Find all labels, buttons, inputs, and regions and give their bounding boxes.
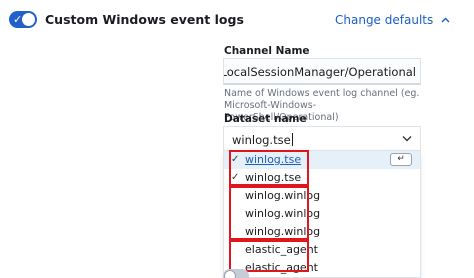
dataset-name-combobox[interactable]: winlog.tse (223, 126, 421, 152)
dataset-value-text: winlog.tse (232, 133, 291, 147)
change-defaults-button[interactable]: Change defaults (335, 12, 450, 28)
next-section-toggle[interactable] (223, 269, 249, 278)
dataset-name-label: Dataset name (224, 113, 307, 125)
check-icon: ✓ (13, 13, 23, 26)
custom-logs-toggle[interactable]: ✓ (9, 11, 37, 28)
text-cursor (291, 133, 293, 146)
highlight-box-elastic-agent (229, 240, 309, 272)
dataset-name-value: winlog.tse (232, 132, 293, 148)
chevron-up-icon (441, 17, 450, 23)
section-title: Custom Windows event logs (45, 12, 244, 27)
chevron-down-icon[interactable] (402, 135, 412, 142)
channel-name-value: nalServices-LocalSessionManager/Operatio… (224, 65, 416, 79)
channel-name-input[interactable]: nalServices-LocalSessionManager/Operatio… (223, 58, 421, 85)
channel-name-label: Channel Name (224, 45, 310, 57)
change-defaults-label: Change defaults (335, 13, 434, 27)
enter-key-icon: ↵ (390, 153, 412, 166)
toggle-knob (224, 270, 236, 278)
highlight-box-winlog (229, 186, 309, 240)
highlight-box-tse (229, 150, 309, 186)
toggle-knob (22, 13, 35, 26)
